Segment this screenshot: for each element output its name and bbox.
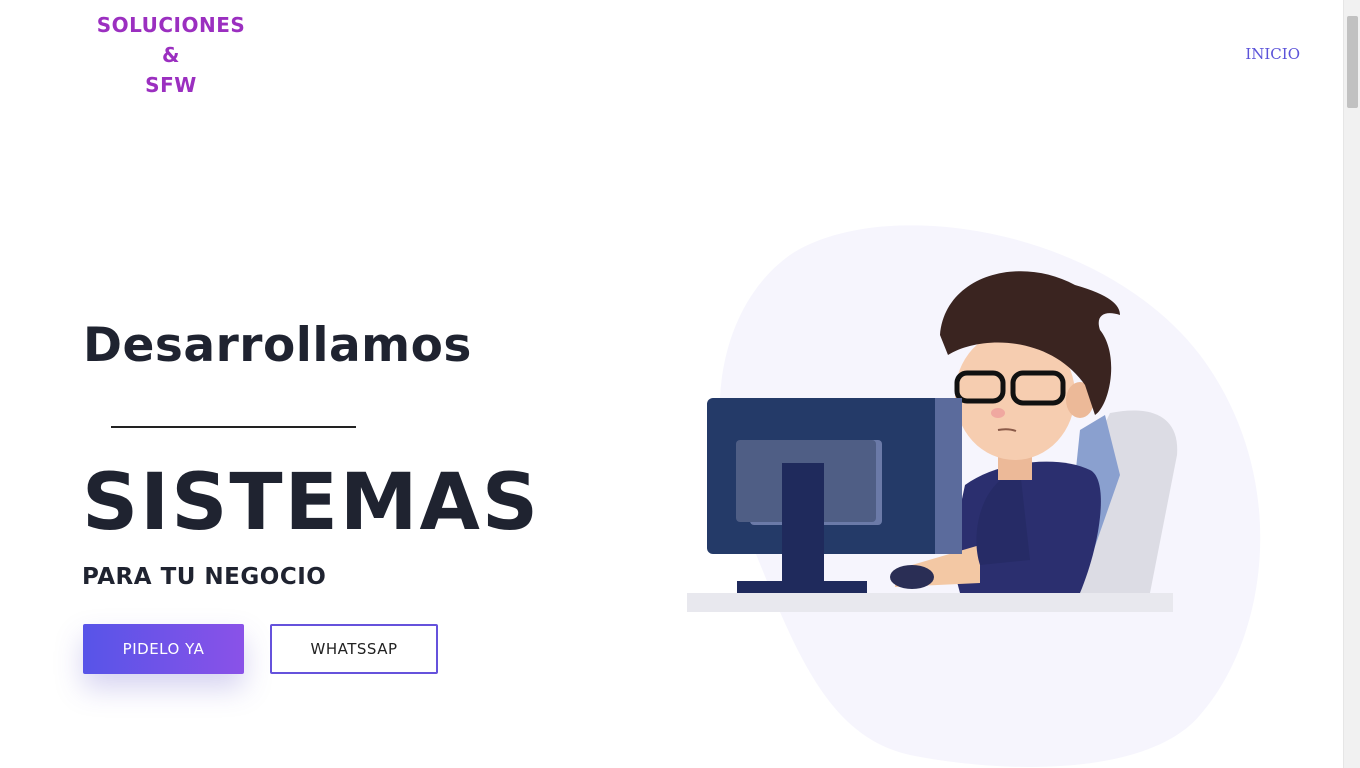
scrollbar-thumb[interactable] (1347, 16, 1358, 108)
desk (687, 593, 1173, 612)
nose (991, 408, 1005, 418)
hero-headline: SISTEMAS (82, 458, 541, 548)
vertical-scrollbar[interactable] (1343, 0, 1360, 768)
brand-logo[interactable]: SOLUCIONES & SFW (96, 10, 246, 100)
monitor-stand (782, 463, 824, 583)
developer-illustration (687, 225, 1261, 767)
nav-inicio-link[interactable]: INICIO (1245, 45, 1300, 63)
monitor-back (935, 398, 962, 554)
hero-title: Desarrollamos (83, 318, 472, 373)
whatsapp-button[interactable]: WHATSSAP (270, 624, 438, 674)
brand-line-2: & (162, 43, 180, 67)
hero-subtitle: PARA TU NEGOCIO (82, 564, 327, 590)
hero-divider (111, 426, 356, 428)
brand-line-1: SOLUCIONES (96, 13, 246, 37)
pidelo-ya-button[interactable]: PIDELO YA (83, 624, 244, 674)
hand (890, 565, 934, 589)
monitor-base (737, 581, 867, 593)
brand-line-3: SFW (145, 73, 197, 97)
